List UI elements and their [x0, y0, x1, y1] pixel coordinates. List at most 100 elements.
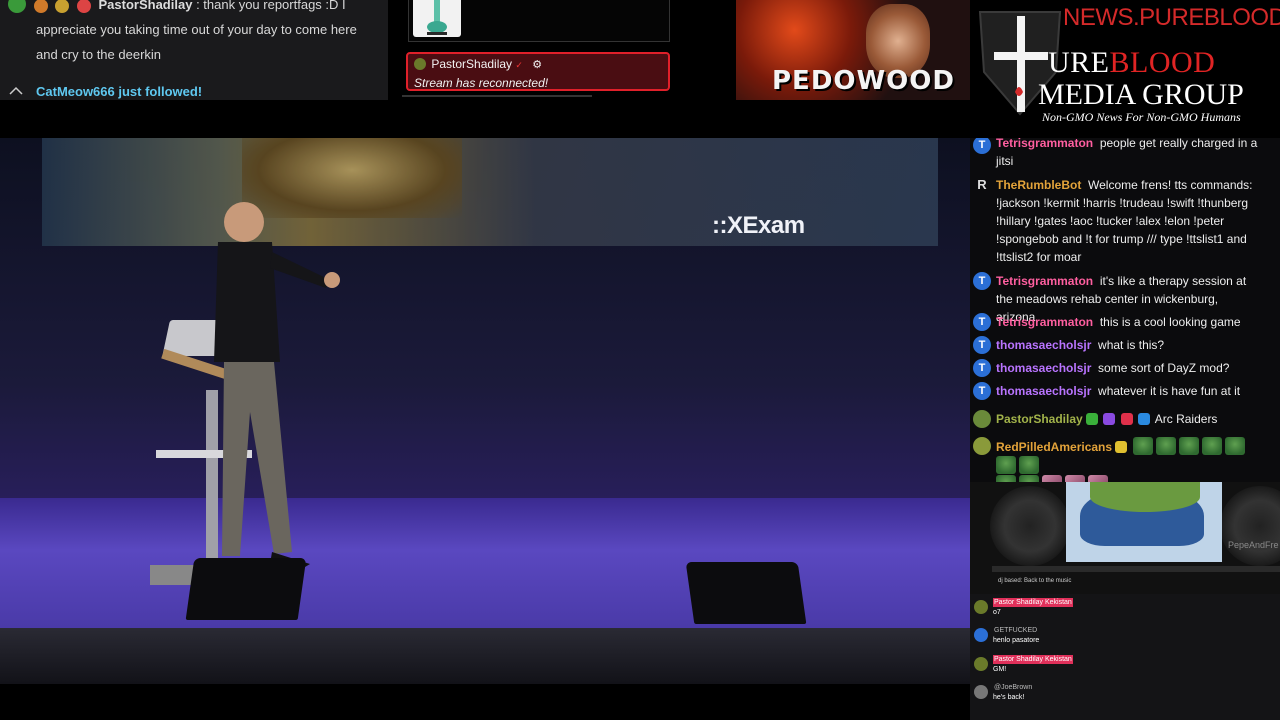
chat-username[interactable]: PastorShadilay	[996, 412, 1083, 426]
chat-message: RedPilledAmericans	[970, 437, 1280, 482]
chat-text: some sort of DayZ mod?	[1098, 361, 1230, 375]
frog-avatar-icon	[973, 410, 991, 428]
avatar: T	[973, 272, 991, 290]
chat-text: Arc Raiders	[1154, 412, 1218, 426]
top-chat-overlay: PastorShadilay : thank you reportfags :D…	[0, 0, 388, 100]
stage-edge	[0, 628, 970, 684]
avatar	[974, 657, 988, 671]
pepe-emote-icon	[1132, 437, 1153, 455]
pepe-emote-icon	[1019, 456, 1039, 474]
logo-url: NEWS.PUREBLOOD.MEDIA	[1063, 4, 1280, 31]
video-player[interactable]: ::XExam	[0, 138, 970, 684]
chat-line: PastorShadilay : thank you reportfags :D…	[8, 0, 346, 17]
chat-message: @JoeBrown he's back!	[970, 683, 1280, 709]
chat-text: o7	[993, 609, 1001, 616]
chat-text: and cry to the deerkin	[36, 47, 162, 62]
widget-caption: PepeAndFre	[1228, 540, 1279, 550]
logo-title-part: URE	[1048, 46, 1110, 79]
pepe-emote-icon	[1224, 437, 1245, 455]
music-widget: PepeAndFre dj based: Back to the music	[970, 482, 1280, 594]
pepe-emote-icon	[1155, 437, 1176, 455]
chat-text: appreciate you taking time out of your d…	[36, 22, 357, 37]
logo-tagline: Non-GMO News For Non-GMO Humans	[1042, 110, 1241, 124]
verified-check-icon: ✓	[515, 60, 523, 70]
frog-badge-icon	[8, 0, 26, 13]
avatar: T	[973, 359, 991, 377]
avatar	[974, 600, 988, 614]
screen-logo-text: ::XExam	[712, 212, 805, 239]
chat-username[interactable]: Tetrisgrammaton	[996, 138, 1093, 150]
now-playing-label: dj based: Back to the music	[998, 578, 1072, 584]
progress-bar	[992, 566, 1280, 572]
chat-username[interactable]: RedPilledAmericans	[996, 440, 1112, 454]
chat-username[interactable]: thomasaecholsjr	[996, 361, 1091, 375]
avatar: T	[973, 313, 991, 331]
logo-title: UREBLOOD	[1048, 46, 1215, 80]
stage-monitor-speaker	[185, 558, 307, 620]
follow-text: CatMeow666 just followed!	[36, 84, 203, 99]
pepe-emote-icon	[996, 475, 1016, 482]
badge-icon	[1086, 413, 1099, 425]
chat-username[interactable]: Tetrisgrammaton	[996, 274, 1093, 288]
logo-title-part: BLOOD	[1109, 46, 1216, 79]
gear-icon[interactable]: ⚙	[532, 59, 542, 71]
chat-message: T Tetrisgrammaton people get really char…	[970, 138, 1280, 172]
badge-icon	[1138, 413, 1151, 425]
pepe-emote-icon	[1178, 437, 1199, 455]
badge-icon	[33, 0, 48, 13]
avatar: T	[973, 382, 991, 400]
alert-message: Stream has reconnected!	[414, 76, 549, 90]
chat-username[interactable]: Pastor Shadilay Kekistan	[993, 598, 1073, 607]
pepe-emote-icon	[996, 456, 1016, 474]
chat-message: T Tetrisgrammaton it's like a therapy se…	[970, 272, 1280, 324]
chat-text: this is a cool looking game	[1099, 315, 1241, 329]
media-card	[408, 0, 670, 42]
chat-username[interactable]: @JoeBrown	[993, 683, 1033, 692]
logo-subtitle: MEDIA GROUP	[1038, 78, 1244, 111]
chat-username[interactable]: Tetrisgrammaton	[996, 315, 1093, 329]
alert-header: PastorShadilay ✓ ⚙	[414, 57, 542, 71]
follow-icon	[8, 84, 24, 95]
badge-icon	[1103, 413, 1116, 425]
bong-thumbnail	[413, 0, 461, 37]
chat-message: R TheRumbleBot Welcome frens! tts comman…	[970, 176, 1280, 268]
chat-text: what is this?	[1098, 338, 1165, 352]
pepe-head	[1090, 482, 1200, 512]
chat-username[interactable]: TheRumbleBot	[996, 178, 1081, 192]
badge-icon	[1115, 441, 1128, 453]
chat-text: henlo pasatore	[993, 637, 1040, 644]
pink-emote-icon	[1042, 475, 1062, 482]
chat-message: Pastor Shadilay Kekistan GM!	[970, 655, 1280, 681]
pepe-emote-icon	[1019, 475, 1039, 482]
badge-icon	[76, 0, 91, 13]
alert-panel: PastorShadilay ✓ ⚙ Stream has reconnecte…	[388, 0, 736, 100]
avatar	[974, 685, 988, 699]
presenter	[214, 202, 340, 570]
avatar: T	[973, 336, 991, 354]
pink-emote-icon	[1088, 475, 1108, 482]
banner-caption: PEDOWOOD	[772, 66, 955, 96]
pureblood-logo: NEWS.PUREBLOOD.MEDIA UREBLOOD MEDIA GROU…	[970, 0, 1280, 138]
chat-message: Pastor Shadilay Kekistan o7	[970, 598, 1280, 624]
avatar: R	[977, 177, 987, 192]
chat-username[interactable]: thomasaecholsjr	[996, 338, 1091, 352]
avatar	[974, 628, 988, 642]
badge-icon	[55, 0, 70, 13]
secondary-chat: Pastor Shadilay Kekistan o7 GETFUCKED he…	[970, 594, 1280, 720]
chat-username[interactable]: thomasaecholsjr	[996, 384, 1091, 398]
badge-icon	[1120, 413, 1133, 425]
stage-monitor-speaker	[685, 562, 807, 624]
chat-username[interactable]: GETFUCKED	[993, 626, 1038, 635]
chat-text: : thank you reportfags :D I	[196, 0, 346, 12]
alert-username: PastorShadilay	[431, 57, 513, 71]
promo-banner-image: PEDOWOOD	[736, 0, 970, 100]
scrollbar[interactable]	[402, 95, 592, 97]
chat-username[interactable]: Pastor Shadilay Kekistan	[993, 655, 1073, 664]
avatar	[414, 58, 426, 70]
speaker-graphic	[1220, 486, 1280, 566]
stage-floor	[0, 498, 970, 628]
avatar: T	[973, 138, 991, 154]
chat-message: GETFUCKED henlo pasatore	[970, 626, 1280, 652]
follow-notice: CatMeow666 just followed!	[8, 84, 202, 99]
chat-text: GM!	[993, 666, 1007, 673]
